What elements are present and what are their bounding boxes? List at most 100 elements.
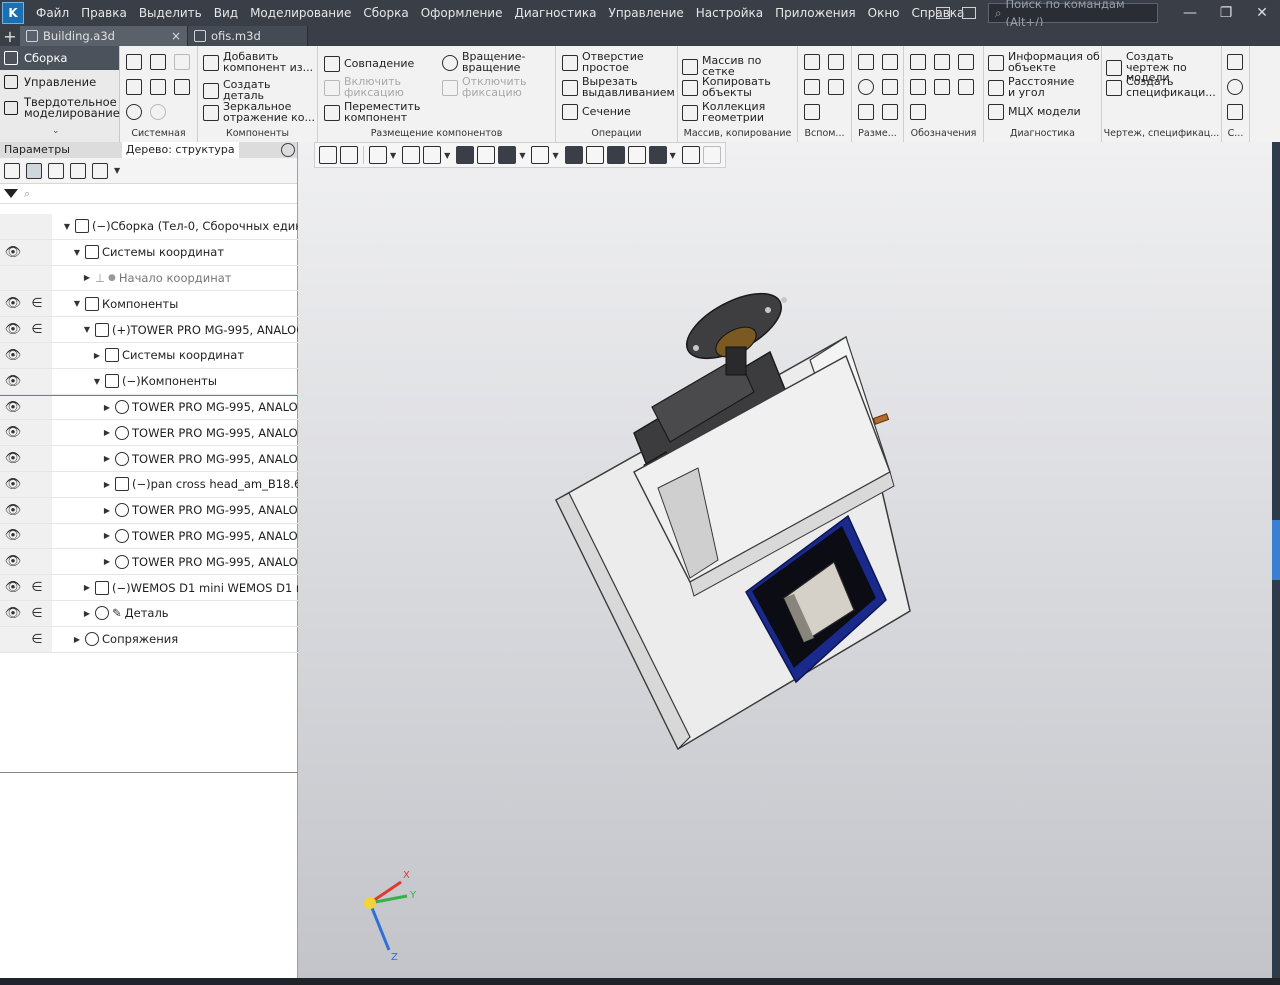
panel-layout-icon[interactable] [936, 7, 950, 19]
menu-view[interactable]: Вид [208, 0, 244, 26]
roughness-icon[interactable] [910, 54, 926, 70]
coincidence-button[interactable]: Совпадение [324, 56, 434, 72]
base-icon[interactable] [910, 79, 926, 95]
cut-extrude-button[interactable]: Вырезать выдавливанием [562, 76, 675, 98]
linear-size-icon[interactable] [858, 54, 874, 70]
tree-row[interactable]: 👁 ▼ Системы координат [0, 239, 298, 266]
expand-arrow-icon[interactable]: ▶ [72, 635, 82, 644]
tab-parameters[interactable]: Параметры [0, 142, 74, 158]
expand-arrow-icon[interactable]: ▶ [102, 480, 112, 489]
menu-modeling[interactable]: Моделирование [244, 0, 357, 26]
tree-row[interactable]: ▶ ⊥ ● Начало координат [0, 265, 298, 292]
tree-row[interactable]: 👁 ∈ ▼ Компоненты [0, 291, 298, 318]
tree-row[interactable]: ∈ ▶ Сопряжения [0, 626, 298, 653]
spec-extra-icon[interactable] [1227, 104, 1243, 120]
include-icon[interactable]: ∈ [26, 580, 48, 595]
plane-icon[interactable] [804, 54, 820, 70]
3d-viewport[interactable]: X Y Z ▼ ▼ ▼ ▼ ▼ [298, 142, 1272, 978]
current-view-icon[interactable] [340, 146, 358, 164]
new-file-icon[interactable] [126, 54, 142, 70]
eye-icon[interactable]: 👁 [0, 580, 26, 595]
menu-window[interactable]: Окно [862, 0, 906, 26]
include-icon[interactable]: ∈ [26, 632, 48, 647]
layers-icon[interactable] [627, 146, 646, 164]
mass-properties-button[interactable]: МЦХ модели [988, 104, 1100, 120]
expand-arrow-icon[interactable]: ▶ [92, 351, 102, 360]
properties-icon[interactable] [174, 79, 190, 95]
filter-icon[interactable] [648, 146, 667, 164]
text-mark-icon[interactable] [958, 79, 974, 95]
expand-arrow-icon[interactable]: ▶ [102, 557, 112, 566]
restore-button[interactable]: ❐ [1208, 0, 1244, 26]
tree-options-icon[interactable] [92, 162, 108, 179]
eye-icon[interactable]: 👁 [0, 374, 26, 389]
eye-icon[interactable]: 👁 [0, 477, 26, 492]
gear-icon[interactable] [281, 143, 295, 157]
tree-row[interactable]: 👁 ▶ TOWER PRO MG-995, ANALOG [0, 523, 298, 550]
app-logo-icon[interactable]: K [2, 2, 24, 24]
expand-arrow-icon[interactable]: ▶ [102, 506, 112, 515]
grid-array-button[interactable]: Массив по сетке [682, 55, 796, 77]
close-tab-icon[interactable]: × [171, 29, 181, 43]
create-part-button[interactable]: Создать деталь [203, 79, 315, 101]
select-all-icon[interactable] [70, 162, 86, 179]
menu-edit[interactable]: Правка [75, 0, 133, 26]
tab-building[interactable]: Building.a3d × [20, 26, 188, 46]
line-icon[interactable] [804, 104, 820, 120]
tree-row[interactable]: 👁 ▼ (−)Компоненты [0, 368, 298, 395]
tree-row[interactable]: 👁 ∈ ▼ (+)TOWER PRO MG-995, ANALOG S [0, 317, 298, 343]
chevron-down-icon[interactable]: ▼ [114, 166, 120, 175]
undo-icon[interactable] [126, 104, 142, 120]
expand-arrow-icon[interactable]: ▼ [82, 325, 92, 334]
expand-arrow-icon[interactable]: ▶ [102, 428, 112, 437]
chevron-down-icon[interactable]: ▼ [552, 151, 558, 160]
object-info-button[interactable]: Информация об объекте [988, 51, 1100, 73]
menu-assembly[interactable]: Сборка [357, 0, 414, 26]
tab-ofis[interactable]: ofis.m3d [188, 26, 308, 46]
sync-icon[interactable] [48, 162, 64, 179]
display-mode-icon[interactable] [531, 146, 550, 164]
mirror-component-button[interactable]: Зеркальное отражение ко... [203, 101, 315, 123]
eye-icon[interactable]: 👁 [0, 425, 26, 440]
mode-management[interactable]: Управление [0, 70, 119, 94]
rotation-rotation-button[interactable]: Вращение-вращение [442, 51, 552, 73]
section-view-icon[interactable] [564, 146, 583, 164]
rotate-icon[interactable] [402, 146, 421, 164]
menu-file[interactable]: Файл [30, 0, 75, 26]
axis-icon[interactable] [828, 54, 844, 70]
hide-icon[interactable] [498, 146, 517, 164]
section-button[interactable]: Сечение [562, 104, 674, 120]
open-folder-icon[interactable] [150, 54, 166, 70]
measure-icon[interactable] [681, 146, 700, 164]
radius-size-icon[interactable] [858, 79, 874, 95]
tree-row[interactable]: ▼ (−)Сборка (Тел-0, Сборочных единиц [0, 214, 298, 240]
eye-icon[interactable]: 👁 [0, 296, 26, 311]
leader-icon[interactable] [934, 54, 950, 70]
include-icon[interactable]: ∈ [26, 322, 48, 337]
sketch-icon[interactable] [828, 79, 844, 95]
enable-fixation-button[interactable]: Включить фиксацию [324, 76, 434, 98]
eye-icon[interactable]: 👁 [0, 528, 26, 543]
expand-arrow-icon[interactable]: ▼ [72, 299, 82, 308]
mode-solid-modeling[interactable]: Твердотельное моделирование [0, 94, 120, 122]
tree-row[interactable]: 👁 ▶ (−)pan cross head_am_B18.6.7M [0, 471, 298, 498]
tree-filter-icon[interactable] [319, 146, 337, 164]
copy-objects-button[interactable]: Копировать объекты [682, 76, 796, 98]
new-tab-button[interactable]: + [0, 26, 20, 46]
chevron-down-icon[interactable]: ▼ [670, 151, 676, 160]
zoom-icon[interactable] [369, 146, 387, 164]
perspective-icon[interactable] [606, 146, 625, 164]
position-icon[interactable] [958, 54, 974, 70]
chevron-down-icon[interactable]: ▼ [444, 151, 450, 160]
distance-angle-button[interactable]: Расстояние и угол [988, 76, 1100, 98]
explode-icon[interactable] [585, 146, 604, 164]
table-size-icon[interactable] [858, 104, 874, 120]
menu-design[interactable]: Оформление [415, 0, 509, 26]
include-icon[interactable]: ∈ [26, 296, 48, 311]
close-button[interactable]: ✕ [1244, 0, 1280, 26]
tree-row[interactable]: 👁 ∈ ▶ (−)WEMOS D1 mini WEMOS D1 mir [0, 575, 298, 601]
eye-icon[interactable]: 👁 [0, 554, 26, 569]
tree-view-icon[interactable] [4, 162, 20, 179]
expand-arrow-icon[interactable]: ▶ [82, 273, 92, 282]
mode-assembly[interactable]: Сборка [0, 46, 119, 70]
